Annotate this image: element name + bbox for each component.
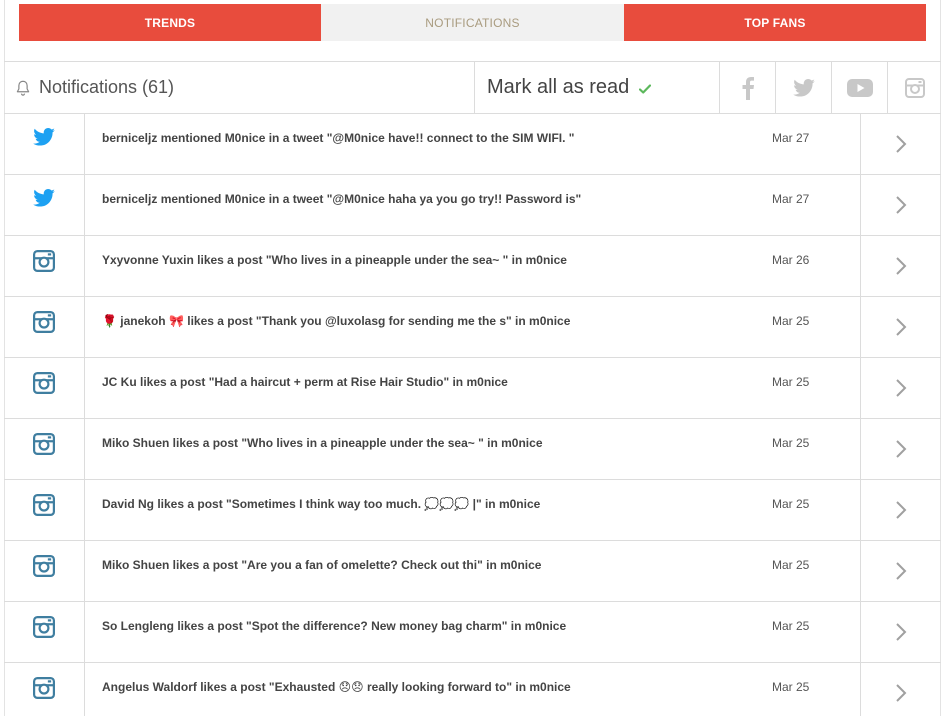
bell-icon [16, 80, 30, 96]
twitter-icon [792, 78, 815, 97]
notification-source [4, 236, 85, 296]
notification-row[interactable]: So Lengleng likes a post "Spot the diffe… [4, 602, 941, 663]
chevron-right-icon [896, 623, 907, 641]
youtube-icon [846, 78, 873, 97]
notification-text: 🌹 janekoh 🎀 likes a post "Thank you @lux… [102, 314, 571, 328]
notification-date: Mar 25 [772, 619, 810, 633]
notification-source [4, 114, 85, 174]
instagram-icon [33, 677, 55, 699]
notification-list: berniceljz mentioned M0nice in a tweet "… [4, 114, 941, 716]
notification-source [4, 358, 85, 418]
notification-row[interactable]: berniceljz mentioned M0nice in a tweet "… [4, 114, 941, 175]
check-icon [639, 83, 652, 94]
notification-row[interactable]: David Ng likes a post "Sometimes I think… [4, 480, 941, 541]
chevron-right-icon [896, 257, 907, 275]
facebook-icon [742, 76, 754, 100]
mark-all-read-button[interactable]: Mark all as read [474, 62, 719, 113]
notification-source [4, 663, 85, 716]
tab-bar: TRENDS NOTIFICATIONS TOP FANS [19, 4, 926, 41]
notification-text: Miko Shuen likes a post "Who lives in a … [102, 436, 543, 450]
instagram-icon [33, 311, 55, 333]
mark-all-read-label: Mark all as read [487, 76, 630, 98]
notification-date: Mar 27 [772, 192, 810, 206]
notification-date: Mar 26 [772, 253, 810, 267]
instagram-icon [33, 616, 55, 638]
twitter-button[interactable] [775, 62, 831, 113]
page-title-area: Notifications (61) [4, 62, 474, 113]
chevron-right-icon [896, 318, 907, 336]
open-notification-button[interactable] [860, 175, 941, 235]
notification-source [4, 297, 85, 357]
twitter-icon [33, 189, 55, 207]
open-notification-button[interactable] [860, 541, 941, 601]
notifications-header: Notifications (61) Mark all as read [4, 61, 941, 114]
notification-date: Mar 25 [772, 558, 810, 572]
twitter-icon [33, 128, 55, 146]
notification-row[interactable]: JC Ku likes a post "Had a haircut + perm… [4, 358, 941, 419]
notification-date: Mar 27 [772, 131, 810, 145]
instagram-icon [33, 494, 55, 516]
open-notification-button[interactable] [860, 602, 941, 662]
notification-row[interactable]: Angelus Waldorf likes a post "Exhausted … [4, 663, 941, 716]
instagram-icon [33, 555, 55, 577]
open-notification-button[interactable] [860, 419, 941, 479]
chevron-right-icon [896, 135, 907, 153]
notification-source [4, 480, 85, 540]
notification-text: JC Ku likes a post "Had a haircut + perm… [102, 375, 508, 389]
notification-source [4, 602, 85, 662]
notification-text: So Lengleng likes a post "Spot the diffe… [102, 619, 567, 633]
notification-text: Miko Shuen likes a post "Are you a fan o… [102, 558, 542, 572]
instagram-icon [904, 77, 925, 98]
chevron-right-icon [896, 379, 907, 397]
notification-source [4, 541, 85, 601]
page-title: Notifications (61) [39, 77, 175, 97]
notification-source [4, 419, 85, 479]
notification-row[interactable]: 🌹 janekoh 🎀 likes a post "Thank you @lux… [4, 297, 941, 358]
notification-text: berniceljz mentioned M0nice in a tweet "… [102, 192, 582, 206]
open-notification-button[interactable] [860, 114, 941, 174]
open-notification-button[interactable] [860, 297, 941, 357]
instagram-icon [33, 433, 55, 455]
notification-source [4, 175, 85, 235]
notification-row[interactable]: Yxyvonne Yuxin likes a post "Who lives i… [4, 236, 941, 297]
notification-row[interactable]: Miko Shuen likes a post "Are you a fan o… [4, 541, 941, 602]
notification-text: berniceljz mentioned M0nice in a tweet "… [102, 131, 575, 145]
chevron-right-icon [896, 196, 907, 214]
notification-text: Angelus Waldorf likes a post "Exhausted … [102, 680, 571, 694]
tab-top-fans[interactable]: TOP FANS [624, 4, 926, 41]
youtube-button[interactable] [831, 62, 887, 113]
notification-text: David Ng likes a post "Sometimes I think… [102, 497, 541, 511]
open-notification-button[interactable] [860, 663, 941, 716]
facebook-button[interactable] [719, 62, 775, 113]
instagram-icon [33, 372, 55, 394]
notification-date: Mar 25 [772, 375, 810, 389]
open-notification-button[interactable] [860, 236, 941, 296]
notification-date: Mar 25 [772, 497, 810, 511]
notification-date: Mar 25 [772, 314, 810, 328]
chevron-right-icon [896, 501, 907, 519]
chevron-right-icon [896, 562, 907, 580]
instagram-icon [33, 250, 55, 272]
instagram-button[interactable] [887, 62, 941, 113]
notification-row[interactable]: Miko Shuen likes a post "Who lives in a … [4, 419, 941, 480]
tab-notifications[interactable]: NOTIFICATIONS [321, 4, 624, 41]
open-notification-button[interactable] [860, 358, 941, 418]
chevron-right-icon [896, 440, 907, 458]
notification-text: Yxyvonne Yuxin likes a post "Who lives i… [102, 253, 567, 267]
notification-date: Mar 25 [772, 680, 810, 694]
tab-trends[interactable]: TRENDS [19, 4, 321, 41]
notification-date: Mar 25 [772, 436, 810, 450]
notification-row[interactable]: berniceljz mentioned M0nice in a tweet "… [4, 175, 941, 236]
open-notification-button[interactable] [860, 480, 941, 540]
chevron-right-icon [896, 684, 907, 702]
